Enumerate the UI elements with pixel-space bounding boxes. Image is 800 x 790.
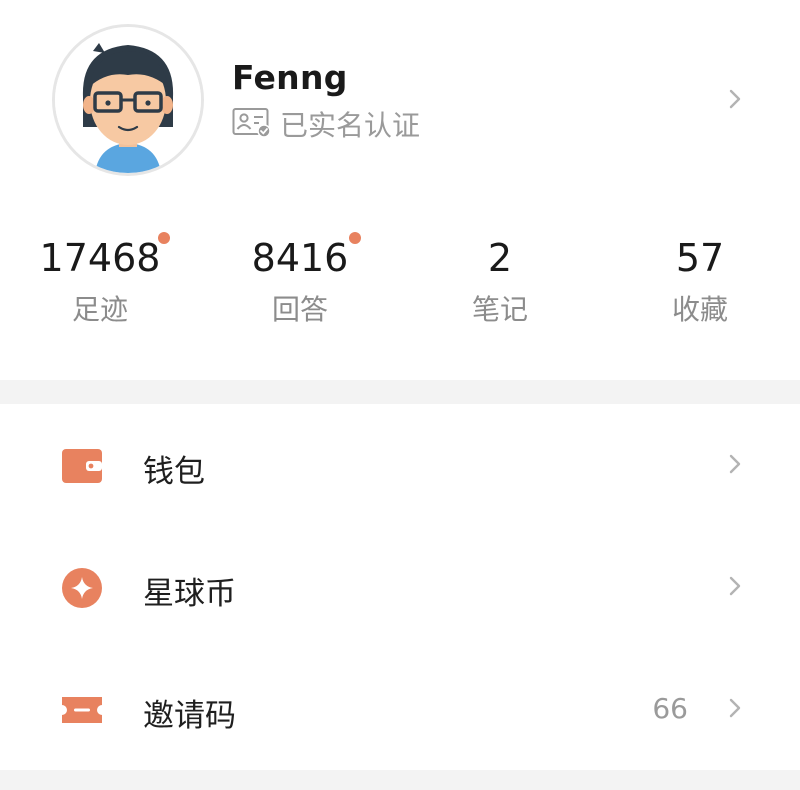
stat-value: 8416 [251,236,349,280]
stat-label: 回答 [271,293,328,326]
section-divider [0,770,800,790]
stat-notes[interactable]: 2 笔记 [400,218,600,338]
stat-label: 足迹 [71,293,128,326]
notification-dot [158,232,170,244]
menu-item-invite-code[interactable]: 邀请码 66 [0,648,800,768]
menu-item-star-coin[interactable]: 星球币 [0,526,800,646]
verification-text: 已实名认证 [280,109,421,142]
section-divider [0,380,800,404]
menu-item-wallet[interactable]: 钱包 [0,404,800,524]
stat-value: 57 [675,236,725,280]
avatar-image [55,27,201,173]
ticket-icon [60,690,104,734]
stat-favorites[interactable]: 57 收藏 [600,218,800,338]
stat-label: 收藏 [671,293,728,326]
chevron-right-icon [724,453,746,475]
chevron-right-icon [724,697,746,719]
menu-label: 邀请码 [143,698,236,734]
stats-row: 17468 足迹 8416 回答 2 笔记 57 收藏 [0,218,800,338]
notification-dot [349,232,361,244]
menu-label: 钱包 [143,454,205,490]
stat-label: 笔记 [471,293,528,326]
wallet-icon [60,446,104,490]
chevron-right-icon [724,575,746,597]
stat-value: 17468 [39,236,161,280]
stat-footprints[interactable]: 17468 足迹 [0,218,200,338]
menu-label: 星球币 [143,576,236,612]
chevron-right-icon [724,88,746,110]
profile-header[interactable]: Fenng 已实名认证 [0,0,800,200]
username: Fenng [232,58,348,97]
id-card-check-icon [232,107,272,141]
avatar[interactable] [52,24,204,176]
stat-answers[interactable]: 8416 回答 [200,218,400,338]
star-coin-icon [60,566,104,610]
invite-code-value: 66 [652,692,688,725]
verification-status: 已实名认证 [232,104,420,144]
stat-value: 2 [487,236,513,280]
